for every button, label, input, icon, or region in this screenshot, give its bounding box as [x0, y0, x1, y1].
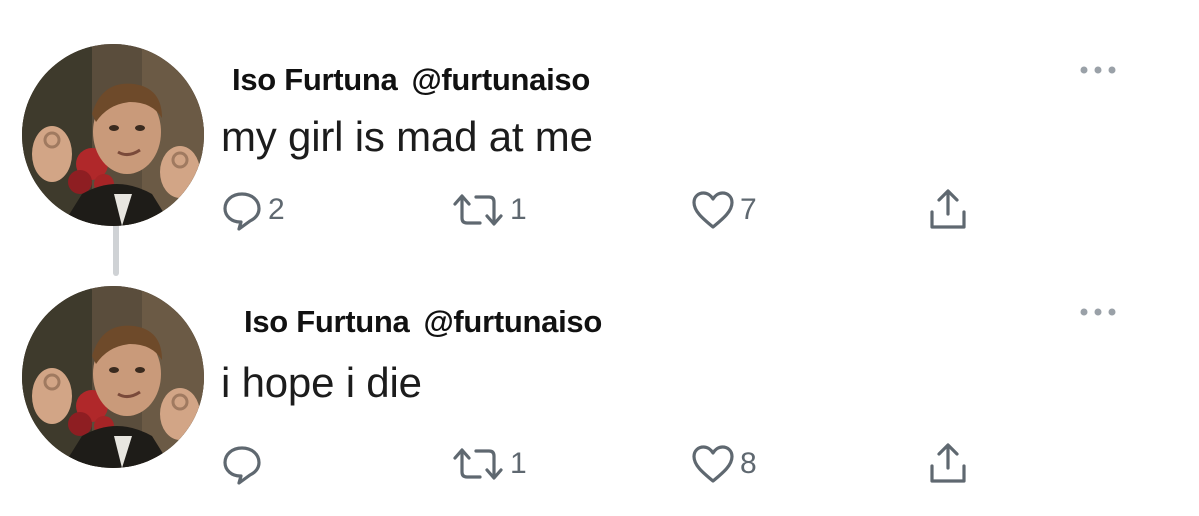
heart-icon	[692, 191, 734, 229]
share-upload-icon	[930, 443, 966, 483]
share-upload-icon	[930, 189, 966, 229]
avatar-photo	[22, 44, 204, 226]
tweet-header: Iso Furtuna @furtunaiso	[232, 62, 590, 98]
more-options-button[interactable]	[1078, 60, 1122, 80]
tweet-text: i hope i die	[221, 359, 422, 406]
retweet-button[interactable]: 1	[450, 188, 527, 232]
tweet-header: Iso Furtuna @furtunaiso	[244, 304, 602, 340]
author-name[interactable]: Iso Furtuna	[232, 62, 398, 97]
like-count: 7	[740, 193, 757, 226]
retweet-count: 1	[510, 447, 527, 480]
reply-count: 2	[268, 193, 285, 226]
retweet-arrows-icon	[453, 194, 503, 226]
more-dots-icon	[1080, 308, 1116, 316]
reply-button[interactable]	[220, 442, 268, 486]
tweet-text: my girl is mad at me	[221, 113, 593, 160]
more-options-button[interactable]	[1078, 302, 1122, 322]
tweet[interactable]: Iso Furtuna @furtunaiso my girl is mad at…	[0, 0, 1199, 250]
more-dots-icon	[1080, 66, 1116, 74]
retweet-arrows-icon	[453, 448, 503, 480]
author-handle[interactable]: @furtunaiso	[411, 62, 590, 97]
avatar-photo	[22, 286, 204, 468]
speech-bubble-icon	[223, 192, 261, 231]
avatar[interactable]	[22, 44, 204, 226]
retweet-count: 1	[510, 193, 527, 226]
reply-button[interactable]: 2	[220, 188, 285, 232]
like-button[interactable]: 8	[690, 442, 757, 486]
speech-bubble-icon	[223, 446, 261, 485]
author-name[interactable]: Iso Furtuna	[244, 304, 410, 339]
like-count: 8	[740, 447, 757, 480]
author-handle[interactable]: @furtunaiso	[423, 304, 602, 339]
like-button[interactable]: 7	[690, 188, 757, 232]
retweet-button[interactable]: 1	[450, 442, 527, 486]
avatar[interactable]	[22, 286, 204, 468]
tweet[interactable]: Iso Furtuna @furtunaiso i hope i die 1 8	[0, 242, 1199, 492]
heart-icon	[692, 445, 734, 483]
share-button[interactable]	[924, 188, 972, 232]
share-button[interactable]	[924, 442, 972, 486]
